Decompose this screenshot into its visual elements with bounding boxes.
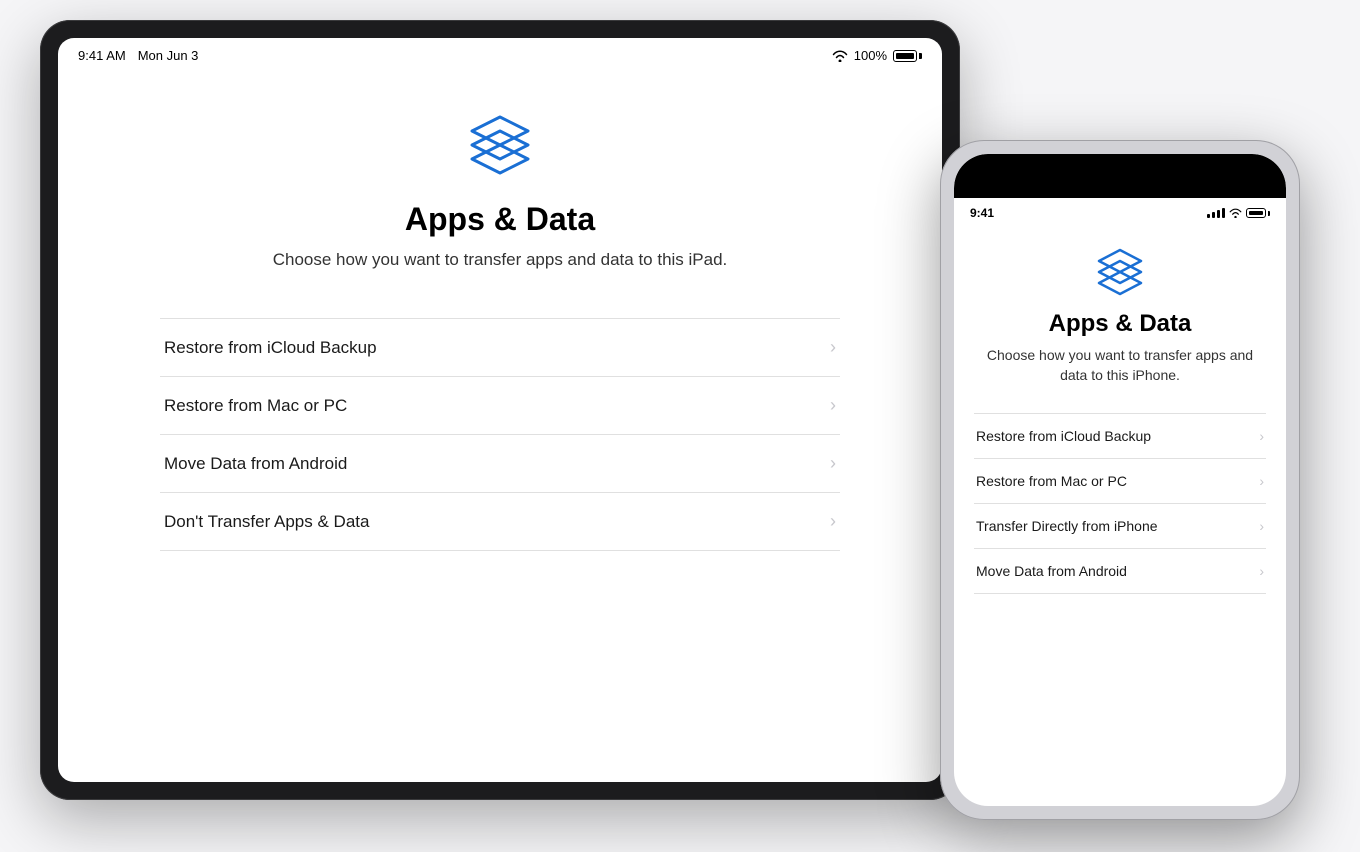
wifi-icon <box>832 50 848 62</box>
iphone-status-right <box>1207 208 1270 218</box>
iphone-screen: 9:41 <box>954 154 1286 806</box>
scene: 9:41 AM Mon Jun 3 100% <box>0 0 1360 852</box>
ipad-battery-percent: 100% <box>854 48 887 63</box>
ipad-option-3[interactable]: Don't Transfer Apps & Data › <box>160 493 840 551</box>
iphone-option-label-1: Restore from Mac or PC <box>976 473 1127 489</box>
iphone-apps-subtitle: Choose how you want to transfer apps and… <box>974 346 1266 385</box>
iphone-option-1[interactable]: Restore from Mac or PC › <box>974 459 1266 504</box>
ipad-frame: 9:41 AM Mon Jun 3 100% <box>40 20 960 800</box>
iphone-frame: 9:41 <box>940 140 1300 820</box>
chevron-icon-2: › <box>830 453 836 474</box>
iphone-option-3[interactable]: Move Data from Android › <box>974 549 1266 594</box>
iphone-option-label-0: Restore from iCloud Backup <box>976 428 1151 444</box>
ipad-option-1[interactable]: Restore from Mac or PC › <box>160 377 840 435</box>
ipad-option-2[interactable]: Move Data from Android › <box>160 435 840 493</box>
iphone-notch-area <box>954 154 1286 198</box>
iphone-option-label-2: Transfer Directly from iPhone <box>976 518 1158 534</box>
ipad-option-label-2: Move Data from Android <box>164 454 347 474</box>
iphone-option-2[interactable]: Transfer Directly from iPhone › <box>974 504 1266 549</box>
iphone-options-list: Restore from iCloud Backup › Restore fro… <box>974 413 1266 594</box>
iphone-status-bar: 9:41 <box>954 198 1286 224</box>
ipad-status-left: 9:41 AM Mon Jun 3 <box>78 48 198 63</box>
ipad-status-bar: 9:41 AM Mon Jun 3 100% <box>58 38 942 69</box>
iphone-notch <box>1055 154 1185 182</box>
apps-data-icon-ipad <box>464 109 536 181</box>
ipad-status-right: 100% <box>832 48 922 63</box>
ipad-options-list: Restore from iCloud Backup › Restore fro… <box>160 318 840 551</box>
iphone-option-0[interactable]: Restore from iCloud Backup › <box>974 414 1266 459</box>
chevron-icon-3: › <box>830 511 836 532</box>
ipad-option-label-3: Don't Transfer Apps & Data <box>164 512 369 532</box>
ipad-device: 9:41 AM Mon Jun 3 100% <box>40 20 960 800</box>
chevron-icon-1: › <box>830 395 836 416</box>
ipad-content: Apps & Data Choose how you want to trans… <box>58 69 942 782</box>
iphone-chevron-2: › <box>1259 518 1264 534</box>
ipad-option-0[interactable]: Restore from iCloud Backup › <box>160 319 840 377</box>
ipad-apps-subtitle: Choose how you want to transfer apps and… <box>273 250 728 270</box>
iphone-content: Apps & Data Choose how you want to trans… <box>954 224 1286 806</box>
apps-data-icon-iphone <box>1093 244 1147 298</box>
ipad-option-label-0: Restore from iCloud Backup <box>164 338 377 358</box>
chevron-icon-0: › <box>830 337 836 358</box>
ipad-apps-title: Apps & Data <box>405 201 595 238</box>
iphone-option-label-3: Move Data from Android <box>976 563 1127 579</box>
ipad-time: 9:41 AM <box>78 48 126 63</box>
iphone-time: 9:41 <box>970 206 994 220</box>
ipad-date: Mon Jun 3 <box>138 48 199 63</box>
iphone-device: 9:41 <box>940 140 1300 820</box>
iphone-chevron-3: › <box>1259 563 1264 579</box>
battery-icon <box>893 50 922 62</box>
iphone-chevron-1: › <box>1259 473 1264 489</box>
signal-bars-icon <box>1207 208 1225 218</box>
ipad-option-label-1: Restore from Mac or PC <box>164 396 347 416</box>
ipad-screen: 9:41 AM Mon Jun 3 100% <box>58 38 942 782</box>
iphone-wifi-icon <box>1229 208 1242 218</box>
iphone-chevron-0: › <box>1259 428 1264 444</box>
iphone-apps-title: Apps & Data <box>1049 310 1192 338</box>
iphone-battery-icon <box>1246 208 1270 218</box>
